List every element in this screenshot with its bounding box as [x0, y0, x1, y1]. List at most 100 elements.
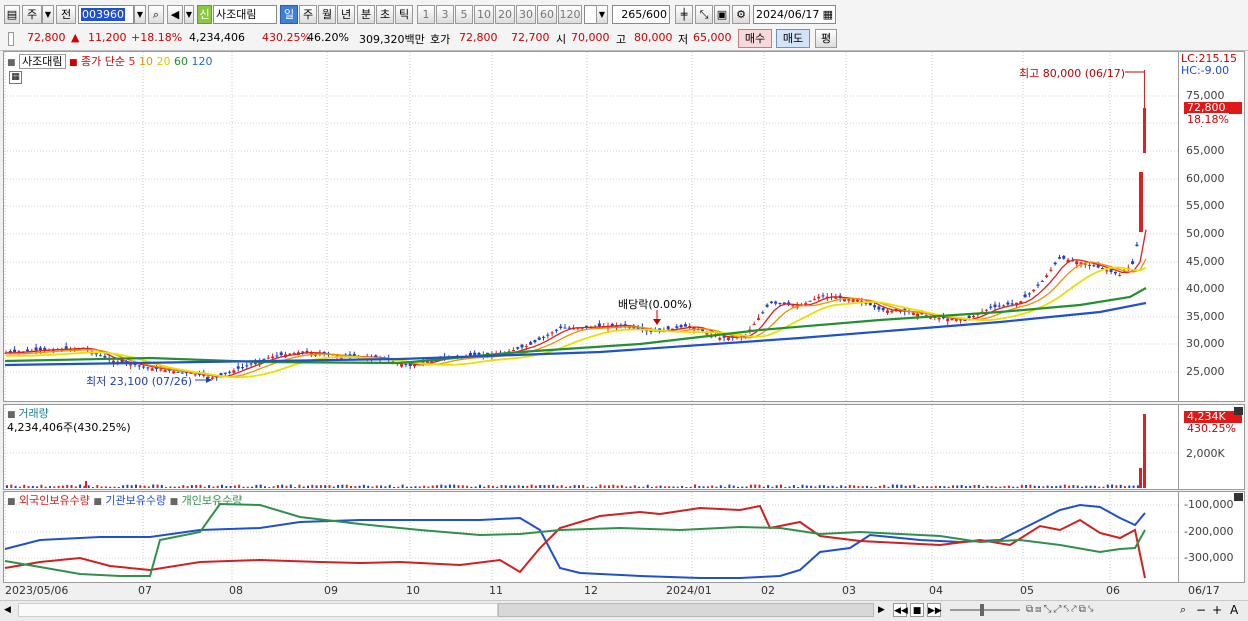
volume-bar [749, 484, 752, 488]
scroll-thumb[interactable] [498, 603, 874, 617]
volume-bar [332, 486, 335, 488]
holdings-y-label: -300,000 [1184, 551, 1234, 564]
volume-bar [337, 485, 340, 488]
volume-bar [70, 485, 73, 488]
candle-body [236, 366, 240, 369]
volume-bar [229, 486, 232, 488]
volume-bar [79, 484, 82, 488]
volume-bar [212, 486, 215, 488]
candle-body [666, 326, 670, 330]
legend-marker-icon: ■ [93, 497, 102, 507]
volume-bar [964, 486, 967, 488]
zoom-out-icon[interactable]: − [1196, 603, 1210, 617]
holdings-y-label: -100,000 [1184, 498, 1234, 511]
volume-bar [676, 486, 679, 488]
volume-bar [883, 484, 886, 488]
y-label: 45,000 [1186, 255, 1225, 268]
volume-bar [1085, 485, 1088, 488]
x-label: 07 [138, 584, 152, 597]
candle-body [984, 309, 988, 311]
volume-bar [186, 486, 189, 488]
candle-body [550, 332, 554, 334]
legend-individual: 개인보유수량 [181, 494, 243, 507]
volume-bar [1076, 485, 1079, 488]
volume-bar [1038, 486, 1040, 488]
zoom-search-icon[interactable]: ⌕ [1180, 603, 1194, 617]
candle-body [610, 323, 614, 326]
candle-body [890, 310, 894, 313]
volume-bar [117, 487, 120, 488]
stop-icon[interactable]: ■ [910, 603, 924, 617]
candle-body [223, 372, 227, 374]
volume-bar [178, 486, 180, 488]
volume-bar [878, 485, 881, 488]
volume-bar [620, 485, 623, 488]
volume-bar [143, 485, 146, 488]
candle-body [520, 344, 524, 348]
annotation-arrows [195, 71, 1144, 383]
volume-bar [350, 486, 352, 488]
volume-bar [698, 486, 701, 488]
volume-bar [969, 485, 972, 488]
candle-body [163, 370, 167, 373]
volume-bar [281, 484, 284, 488]
volume-bar [655, 486, 658, 488]
candle-body [193, 374, 197, 376]
volume-bar [775, 485, 778, 488]
font-size-icon[interactable]: A [1230, 603, 1244, 617]
panel-close-icon[interactable] [1234, 407, 1243, 415]
volume-bar [741, 486, 744, 488]
volume-bar [887, 486, 890, 488]
scroll-left-icon[interactable]: ◀ [4, 603, 16, 617]
zoom-slider[interactable] [950, 609, 1020, 611]
drawing-tools-icons[interactable]: ⧉⧈⤡⤢⤣⤤⧉⤥ [1026, 603, 1176, 617]
volume-bar [397, 486, 400, 488]
volume-last-percent: 430.25% [1187, 422, 1236, 435]
candle-body [26, 349, 29, 352]
volume-bar [909, 485, 911, 488]
volume-bar [1139, 468, 1142, 488]
volume-bar [694, 484, 696, 488]
volume-bar [139, 485, 142, 488]
volume-bar [122, 485, 125, 488]
candle-body [997, 305, 1001, 307]
volume-bar [934, 486, 937, 488]
volume-bar [509, 485, 512, 488]
panel-close-icon[interactable] [1234, 493, 1243, 501]
volume-bar [818, 485, 821, 488]
volume-bar [896, 484, 899, 488]
volume-bar [259, 484, 262, 488]
legend-marker-icon: ■ [169, 497, 179, 507]
candle-body [511, 350, 515, 352]
chart-table-icon[interactable]: ▦ [9, 71, 22, 84]
rewind-icon[interactable]: ◀◀ [893, 603, 908, 617]
candle-body [241, 367, 244, 369]
x-label-last: 06/17 [1188, 584, 1220, 597]
volume-bar [780, 484, 782, 488]
volume-bar [491, 485, 494, 488]
volume-bar [758, 484, 761, 488]
candle-body [765, 304, 769, 307]
scroll-track[interactable] [18, 603, 498, 617]
zoom-slider-handle[interactable] [980, 604, 984, 616]
volume-bar [152, 484, 155, 488]
candle-body [1049, 269, 1053, 271]
volume-bar [242, 486, 245, 488]
volume-bar [440, 484, 443, 488]
volume-bar [848, 484, 851, 488]
volume-bar [616, 485, 619, 488]
volume-bar [1098, 486, 1101, 488]
scroll-right-icon[interactable]: ▶ [878, 603, 890, 617]
volume-bar [1115, 485, 1118, 488]
volume-bar [668, 486, 671, 488]
candle-body [597, 323, 601, 327]
zoom-in-icon[interactable]: + [1212, 603, 1226, 617]
volume-bar [999, 486, 1002, 488]
volume-bar [302, 486, 305, 488]
volume-bar [85, 481, 87, 488]
candle-body [791, 305, 795, 307]
volume-bar [483, 486, 486, 488]
volume-bar [195, 485, 198, 488]
fast-forward-icon[interactable]: ▶▶ [927, 603, 942, 617]
volume-bar [1055, 486, 1058, 488]
